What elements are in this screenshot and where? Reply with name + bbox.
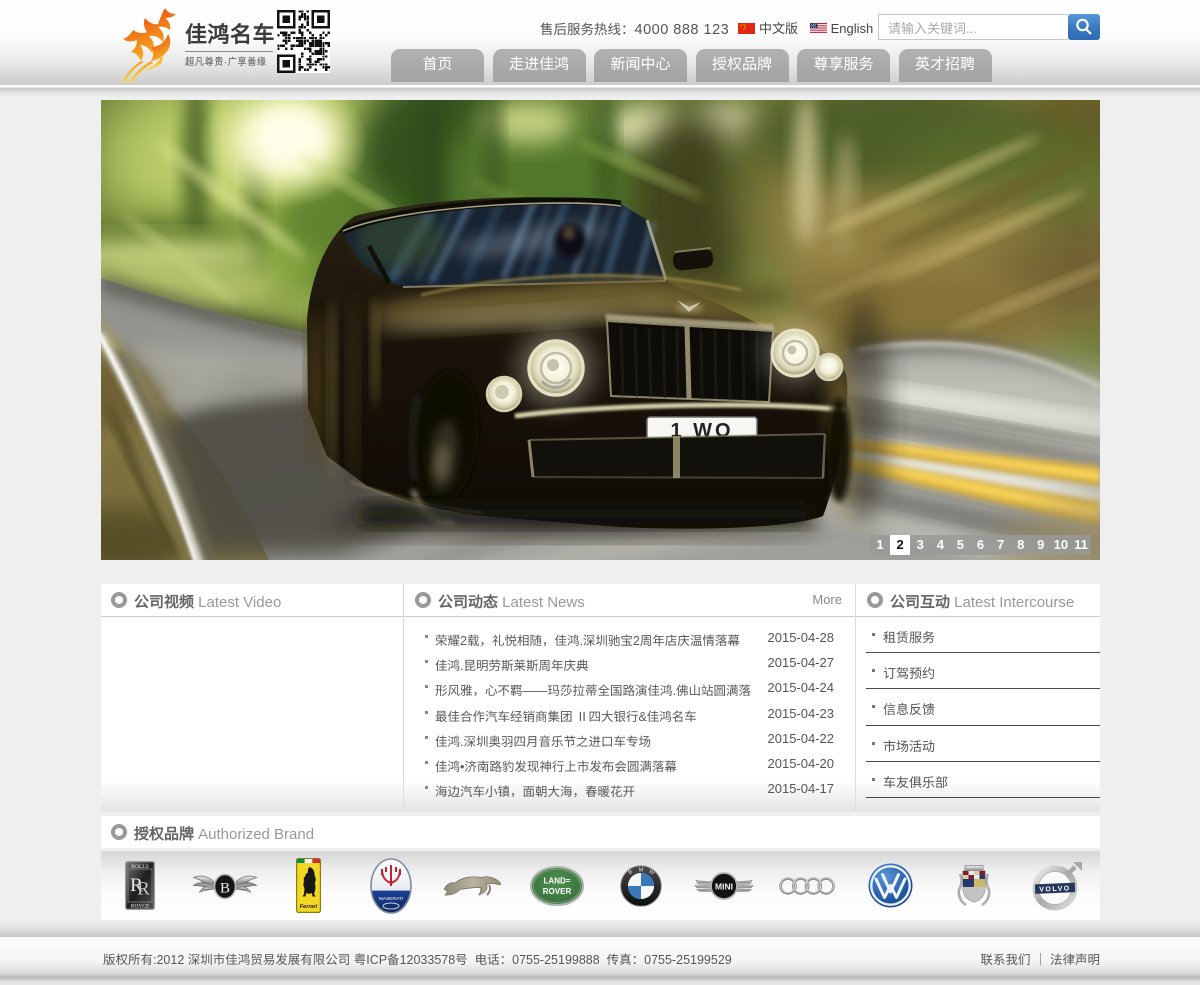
svg-text:VOLVO: VOLVO (1039, 885, 1071, 893)
svg-text:ROLLS: ROLLS (131, 864, 148, 870)
svg-text:MASERATI: MASERATI (379, 896, 403, 902)
svg-text:ROVER: ROVER (543, 887, 572, 896)
svg-text:M: M (639, 867, 644, 873)
svg-text:MINI: MINI (715, 881, 733, 891)
svg-text:R: R (137, 879, 150, 900)
svg-text:Ferrari: Ferrari (299, 904, 317, 910)
svg-text:ROYCE: ROYCE (131, 904, 150, 910)
svg-text:B: B (220, 880, 230, 896)
svg-text:LAND=: LAND= (544, 876, 571, 885)
